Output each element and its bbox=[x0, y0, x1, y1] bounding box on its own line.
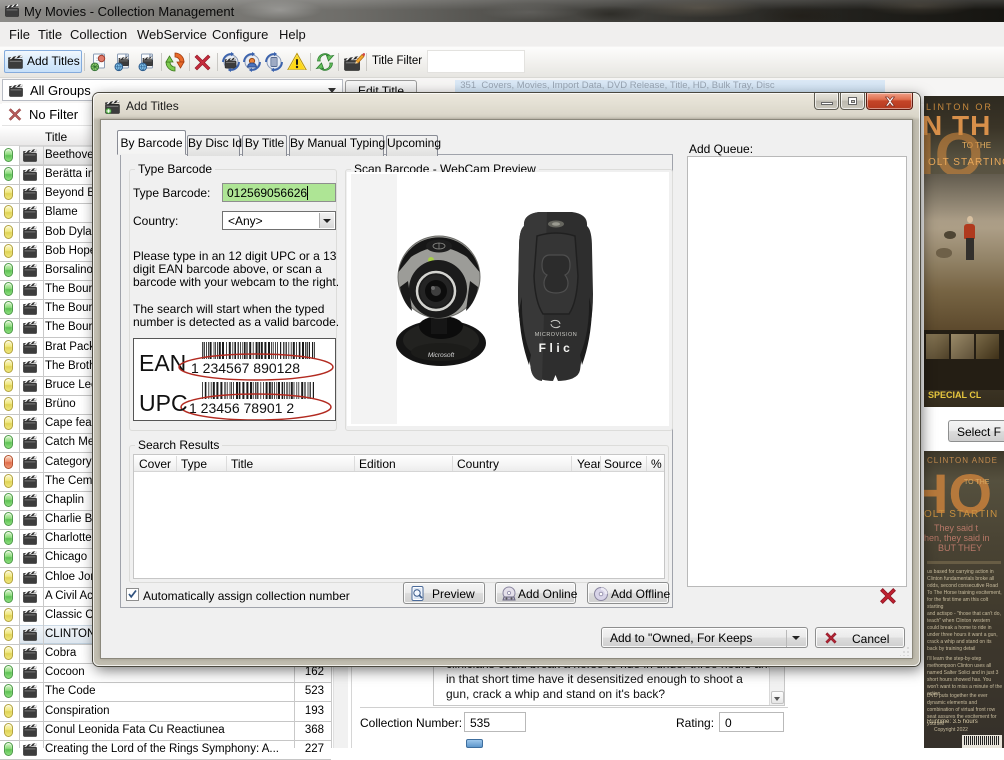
svg-text:MICROVISION: MICROVISION bbox=[535, 332, 577, 338]
svg-text:Microsoft: Microsoft bbox=[428, 352, 456, 359]
svg-text:UPC: UPC bbox=[139, 390, 188, 416]
svg-text:1 23456 78901 2: 1 23456 78901 2 bbox=[189, 400, 294, 416]
svg-text:Flic: Flic bbox=[539, 341, 574, 355]
svg-text:EAN: EAN bbox=[139, 350, 186, 376]
svg-text:1 234567 890128: 1 234567 890128 bbox=[191, 360, 300, 376]
